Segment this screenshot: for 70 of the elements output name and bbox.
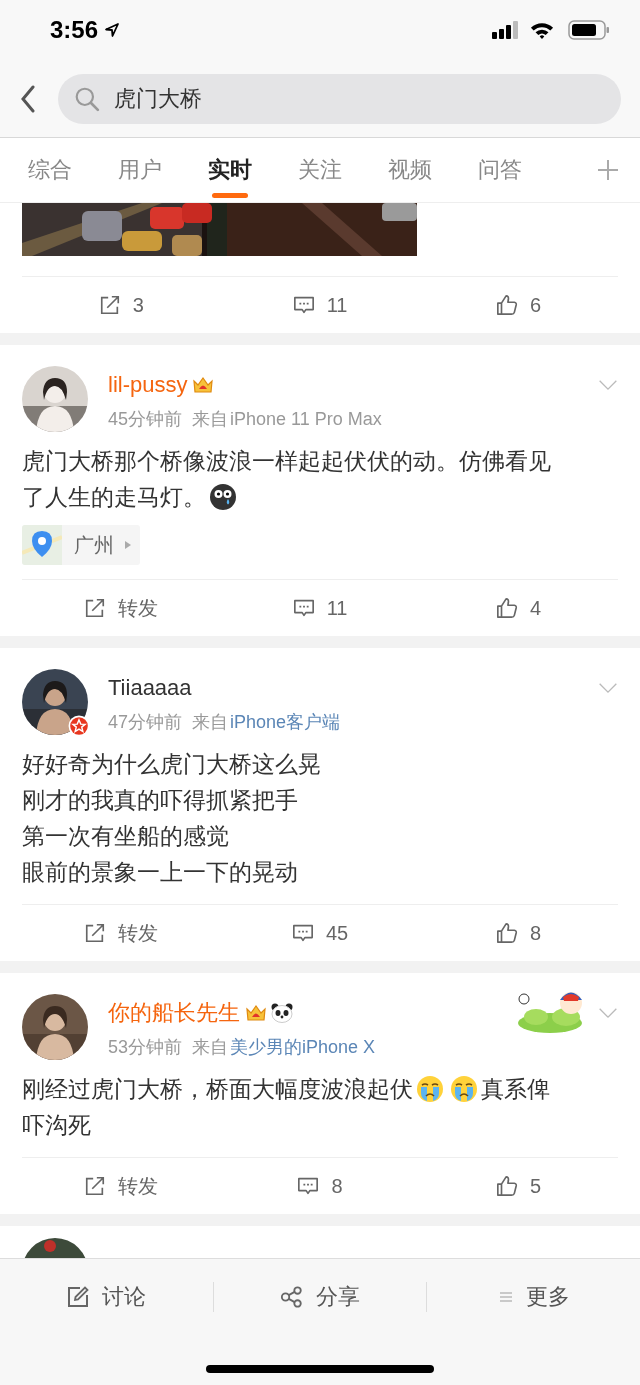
caret-icon (124, 540, 132, 550)
comment-count[interactable]: 8 (331, 1174, 343, 1198)
tab[interactable]: 用户 (95, 137, 185, 203)
map-pin-icon (22, 525, 62, 565)
user-name[interactable]: lil-pussy (108, 372, 188, 398)
crying-face-icon (416, 1075, 444, 1103)
source-label: 来自 (192, 408, 229, 431)
tab[interactable]: 综合 (5, 137, 95, 203)
post-time: 53分钟前 (108, 1036, 183, 1059)
repost-label[interactable]: 转发 (118, 594, 159, 622)
location-tag[interactable]: 广州 (22, 525, 140, 565)
tab[interactable]: 关注 (275, 137, 365, 203)
tab[interactable]: 视频 (365, 137, 455, 203)
comment-icon[interactable] (297, 1175, 320, 1197)
post-text: 真系俾 (481, 1074, 550, 1104)
search-field[interactable]: 虎门大桥 (58, 73, 621, 124)
repost-icon[interactable] (84, 597, 107, 619)
share-icon[interactable] (280, 1285, 304, 1309)
thumbs-up-icon[interactable] (496, 922, 519, 944)
source-device: iPhone 11 Pro Max (230, 408, 382, 430)
comment-icon[interactable] (292, 294, 315, 316)
comment-count[interactable]: 11 (326, 596, 348, 620)
repost-label[interactable]: 转发 (118, 919, 159, 947)
user-name[interactable]: 你的船长先生 (108, 998, 240, 1028)
comment-count[interactable]: 45 (325, 921, 349, 945)
post-text: 刚经过虎门大桥，桥面大幅度波浪起伏 (22, 1074, 413, 1104)
like-count[interactable]: 5 (530, 1174, 542, 1198)
share-button[interactable]: 分享 (213, 1277, 427, 1317)
repost-count[interactable]: 3 (132, 293, 144, 317)
like-count[interactable]: 4 (530, 596, 542, 620)
source-label: 来自 (192, 711, 229, 734)
thumbs-up-icon[interactable] (496, 597, 519, 619)
source-label: 来自 (192, 1036, 229, 1059)
repost-label[interactable]: 转发 (118, 1172, 159, 1200)
crying-face-icon (450, 1075, 478, 1103)
user-name[interactable]: Tiiaaaaa (108, 675, 192, 701)
post-text: 了人生的走马灯。 (22, 482, 206, 512)
signal-icon (492, 21, 520, 39)
repost-icon[interactable] (84, 1175, 107, 1197)
repost-icon[interactable] (98, 294, 121, 316)
post-text: 吓沟死 (22, 1110, 91, 1140)
post-time: 45分钟前 (108, 408, 183, 431)
more-button[interactable]: 更多 (427, 1277, 640, 1317)
back-icon[interactable] (20, 84, 36, 113)
tab[interactable]: 实时 (185, 137, 275, 203)
comment-count[interactable]: 11 (326, 293, 348, 317)
tab[interactable]: 问答 (455, 137, 545, 203)
tearful-face-icon (209, 483, 237, 511)
location-arrow-icon (104, 22, 121, 38)
post-text: 眼前的景象一上一下的晃动 (22, 857, 298, 887)
post-text: 刚才的我真的吓得抓紧把手 (22, 785, 298, 815)
status-time: 3:56 (50, 16, 99, 44)
thumbs-up-icon[interactable] (496, 1175, 519, 1197)
search-icon (74, 85, 100, 112)
edit-icon[interactable] (66, 1285, 91, 1309)
post-text: 第一次有坐船的感觉 (22, 821, 229, 851)
like-count[interactable]: 8 (530, 921, 542, 945)
comment-icon[interactable] (291, 922, 314, 944)
source-link[interactable]: iPhone客户端 (230, 710, 341, 734)
source-link[interactable]: 美少男的iPhone X (230, 1035, 376, 1059)
post-text: 虎门大桥那个桥像波浪一样起起伏伏的动。仿佛看见 (22, 446, 551, 476)
post-time: 47分钟前 (108, 711, 183, 734)
comment-icon[interactable] (292, 597, 315, 619)
like-count[interactable]: 6 (530, 293, 542, 317)
discuss-button[interactable]: 讨论 (0, 1277, 213, 1317)
thumbs-up-icon[interactable] (496, 294, 519, 316)
wifi-icon (530, 20, 554, 40)
repost-icon[interactable] (84, 922, 107, 944)
post-text: 好好奇为什么虎门大桥这么晃 (22, 749, 321, 779)
battery-icon (568, 20, 610, 40)
